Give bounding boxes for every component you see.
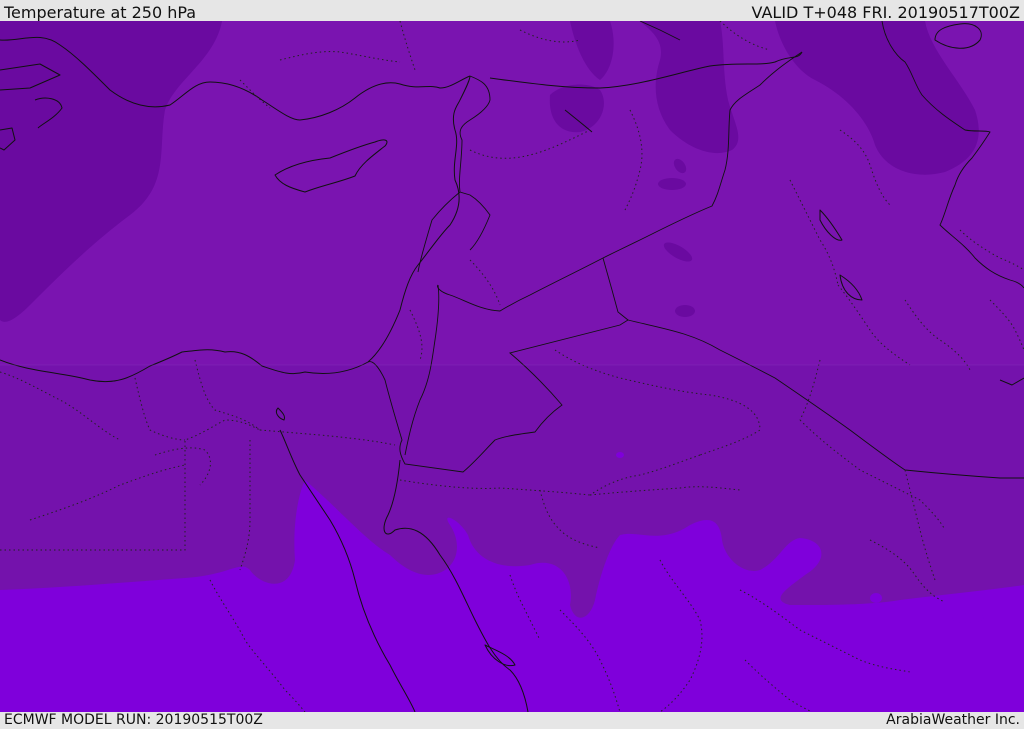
warm-patch-2 (952, 613, 984, 623)
warm-patch-1 (616, 452, 624, 458)
header-bar: Temperature at 250 hPa VALID T+048 FRI. … (0, 0, 1024, 22)
model-run-label: ECMWF MODEL RUN: 20190515T00Z (4, 712, 263, 728)
valid-time-label: VALID T+048 FRI. 20190517T00Z (751, 3, 1020, 22)
forecast-map-frame: Temperature at 250 hPa VALID T+048 FRI. … (0, 0, 1024, 729)
temperature-map[interactable] (0, 21, 1024, 712)
cold-patch-3 (658, 178, 686, 190)
map-title: Temperature at 250 hPa (4, 3, 197, 22)
cold-patch-5 (675, 305, 695, 317)
footer-bar: ECMWF MODEL RUN: 20190515T00Z ArabiaWeat… (0, 712, 1024, 729)
warm-patch-3 (870, 593, 882, 603)
credit-label: ArabiaWeather Inc. (886, 712, 1020, 728)
map-canvas (0, 21, 1024, 712)
